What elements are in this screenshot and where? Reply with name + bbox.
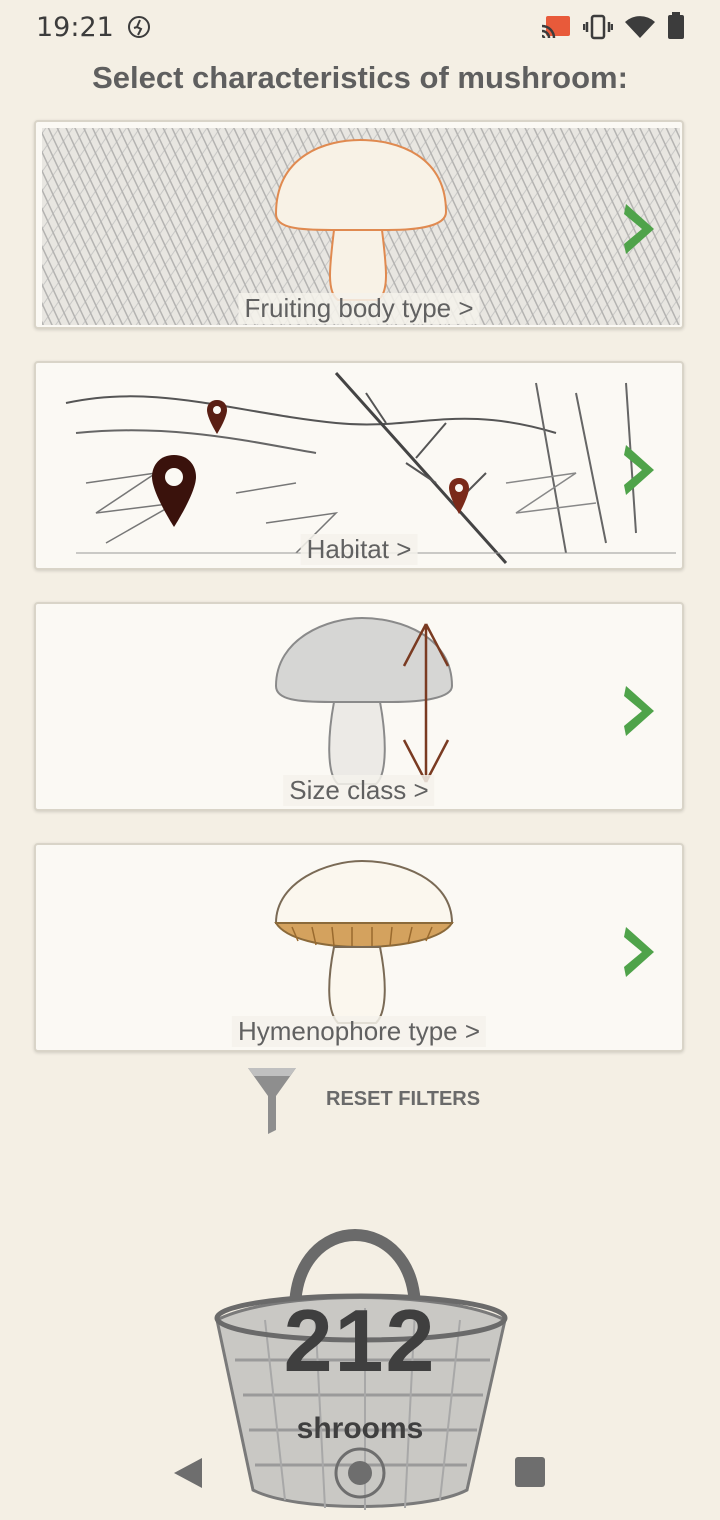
vibrate-icon (583, 14, 613, 40)
size-arrow-icon (402, 623, 450, 783)
habitat-card[interactable]: Habitat > (34, 361, 684, 570)
hymenophore-type-card[interactable]: Hymenophore type > (34, 843, 684, 1052)
hymenophore-type-label: Hymenophore type > (231, 1016, 487, 1047)
map-pin-icon (449, 478, 469, 514)
mushroom-count: 212 (283, 1291, 437, 1390)
status-time: 19:21 (36, 12, 114, 43)
fruiting-body-type-label: Fruiting body type > (238, 293, 480, 324)
map-pin-icon (207, 400, 227, 434)
mushroom-gills-icon (274, 859, 454, 1024)
battery-icon (668, 12, 684, 39)
back-icon[interactable] (172, 1456, 204, 1490)
chevron-right-icon (624, 445, 654, 495)
habitat-label: Habitat > (300, 534, 418, 565)
size-class-card[interactable]: Size class > (34, 602, 684, 811)
chevron-right-icon (624, 204, 654, 254)
chevron-right-icon (624, 686, 654, 736)
mushroom-outline-icon (274, 138, 448, 301)
funnel-icon (248, 1068, 296, 1134)
reset-filters-label: RESET FILTERS (326, 1088, 481, 1110)
fruiting-body-type-card[interactable]: Fruiting body type > (34, 120, 684, 329)
status-bar: 19:21 (0, 0, 720, 56)
recents-icon[interactable] (514, 1456, 546, 1488)
cast-icon (541, 16, 570, 39)
reset-filters-button[interactable]: RESET FILTERS (246, 1064, 506, 1134)
size-class-label: Size class > (283, 775, 435, 806)
map-pin-icon (152, 455, 196, 527)
chevron-right-icon (624, 927, 654, 977)
activity-icon (128, 16, 150, 38)
home-icon[interactable] (333, 1446, 387, 1500)
wifi-icon (625, 16, 655, 38)
page-title: Select characteristics of mushroom: (92, 60, 628, 95)
navigation-bar (0, 1440, 720, 1510)
